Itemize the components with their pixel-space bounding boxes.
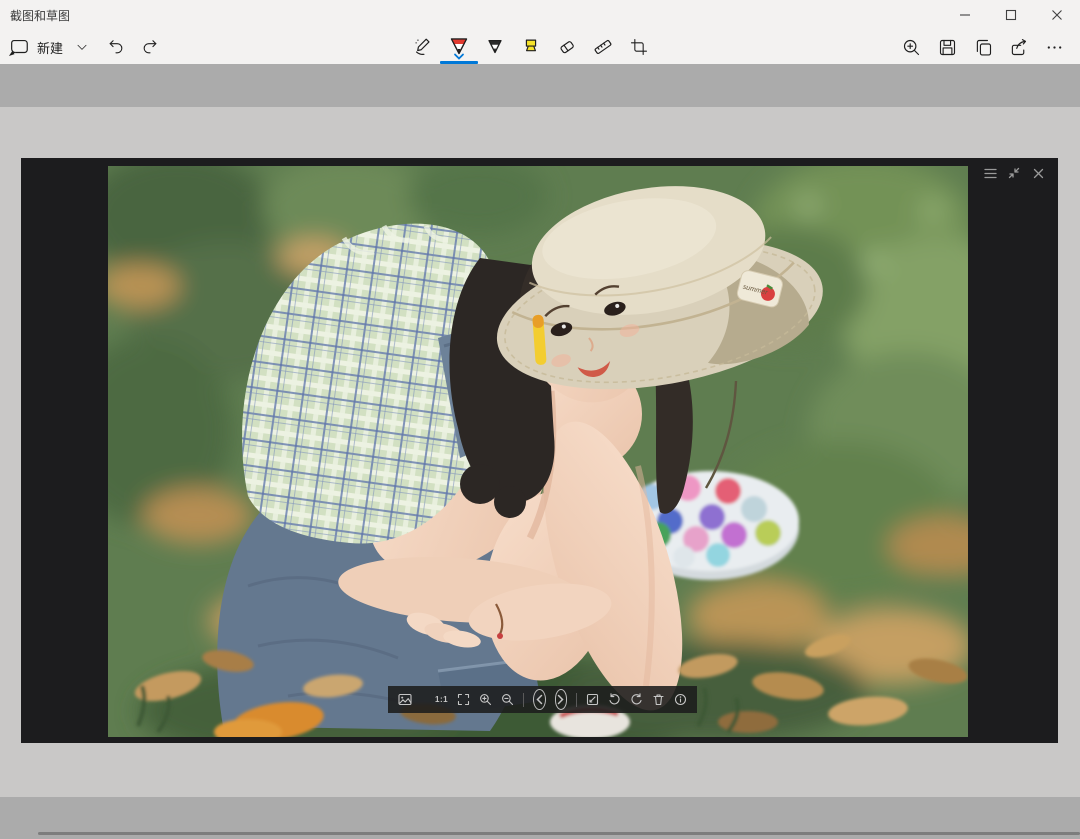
new-snip-button[interactable]: 新建 — [8, 31, 63, 63]
menu-icon — [984, 168, 997, 179]
highlighter-icon — [520, 36, 542, 58]
save-button[interactable] — [931, 31, 963, 63]
viewer-zoom-in-button[interactable] — [479, 693, 492, 706]
save-icon — [937, 37, 958, 58]
canvas-gutter-top — [0, 64, 1080, 107]
pencil-icon — [484, 36, 506, 58]
photo-viewer-window: summer — [21, 158, 1058, 743]
copy-icon — [973, 37, 994, 58]
actual-size-button[interactable]: 1:1 — [435, 695, 448, 704]
maximize-button[interactable] — [988, 0, 1034, 30]
edit-icon — [586, 693, 599, 706]
editing-canvas[interactable]: summer — [0, 64, 1080, 839]
zoom-button[interactable] — [895, 31, 927, 63]
horizontal-scrollbar[interactable] — [38, 832, 1080, 835]
viewer-toolbar: 1:1 — [388, 686, 697, 713]
viewer-close-button[interactable] — [1030, 165, 1046, 181]
close-icon — [1051, 9, 1063, 21]
photo-illustration: summer — [108, 166, 968, 737]
zoom-in-icon — [479, 693, 492, 706]
viewer-menu-button[interactable] — [982, 165, 998, 181]
crop-button[interactable] — [623, 31, 655, 63]
rotate-left-button[interactable] — [608, 693, 621, 706]
window-controls — [942, 0, 1080, 30]
toolbar: 新建 — [0, 30, 1080, 64]
chevron-left-icon — [535, 694, 544, 705]
close-icon — [1033, 168, 1044, 179]
delete-button[interactable] — [652, 693, 665, 706]
more-icon — [1044, 37, 1065, 58]
zoom-out-icon — [501, 693, 514, 706]
new-snip-icon — [8, 36, 30, 58]
collapse-icon — [1008, 167, 1020, 179]
redo-button[interactable] — [134, 31, 166, 63]
redo-icon — [140, 37, 160, 57]
rotate-right-button[interactable] — [630, 693, 643, 706]
undo-button[interactable] — [100, 31, 132, 63]
more-button[interactable] — [1038, 31, 1070, 63]
undo-icon — [106, 37, 126, 57]
app-title: 截图和草图 — [0, 7, 70, 24]
viewer-collapse-button[interactable] — [1006, 165, 1022, 181]
ruler-button[interactable] — [587, 31, 619, 63]
touch-writing-icon — [412, 36, 434, 58]
share-button[interactable] — [1002, 31, 1034, 63]
fit-to-window-button[interactable] — [457, 693, 470, 706]
share-icon — [1008, 37, 1029, 58]
toolbar-separator — [576, 693, 577, 707]
new-snip-label: 新建 — [37, 38, 63, 57]
next-image-button[interactable] — [555, 689, 568, 710]
titlebar: 截图和草图 — [0, 0, 1080, 30]
eraser-button[interactable] — [551, 31, 583, 63]
eraser-icon — [556, 36, 578, 58]
gallery-icon — [398, 693, 412, 706]
pencil-button[interactable] — [479, 31, 511, 63]
highlighter-button[interactable] — [515, 31, 547, 63]
rotate-right-icon — [630, 693, 643, 706]
copy-button[interactable] — [967, 31, 999, 63]
trash-icon — [652, 693, 665, 706]
rotate-left-icon — [608, 693, 621, 706]
crop-icon — [629, 37, 649, 57]
zoom-icon — [901, 37, 922, 58]
snip-sketch-app: 截图和草图 新建 — [0, 0, 1080, 839]
toolbar-separator — [523, 693, 524, 707]
viewer-zoom-out-button[interactable] — [501, 693, 514, 706]
chevron-down-icon — [75, 40, 89, 54]
edit-button[interactable] — [586, 693, 599, 706]
chevron-right-icon — [556, 694, 565, 705]
gallery-button[interactable] — [398, 693, 412, 706]
info-button[interactable] — [674, 693, 687, 706]
viewer-topbar — [982, 165, 1046, 181]
touch-writing-button[interactable] — [407, 31, 439, 63]
ruler-icon — [592, 36, 614, 58]
photograph: summer — [108, 166, 968, 737]
actual-size-label: 1:1 — [435, 695, 448, 704]
previous-image-button[interactable] — [533, 689, 546, 710]
info-icon — [674, 693, 687, 706]
fit-to-window-icon — [457, 693, 470, 706]
maximize-icon — [1005, 9, 1017, 21]
minimize-icon — [959, 9, 971, 21]
pen-options-chevron-icon[interactable] — [453, 53, 465, 61]
minimize-button[interactable] — [942, 0, 988, 30]
close-button[interactable] — [1034, 0, 1080, 30]
new-snip-dropdown-button[interactable] — [66, 31, 98, 63]
